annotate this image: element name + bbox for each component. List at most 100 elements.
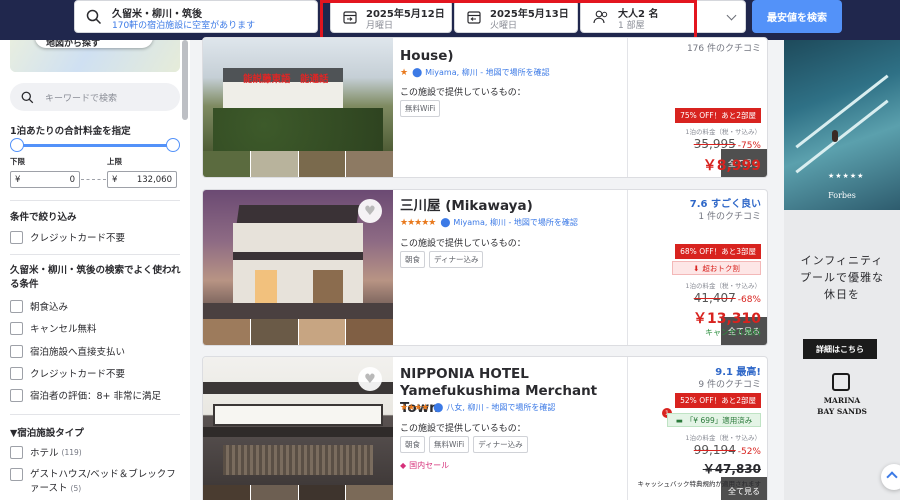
filter-breakfast[interactable]: 朝食込み [10, 299, 68, 313]
type-guesthouse[interactable]: ゲストハウス/ベッド＆ブレックファースト (5) [10, 468, 182, 496]
ad-image: ★★★★★ Forbes [784, 40, 900, 210]
divider [10, 200, 180, 201]
max-value: 132,060 [136, 175, 172, 185]
keyword-search[interactable]: キーワードで検索 [10, 83, 180, 111]
discount-percent: -75% [737, 141, 761, 151]
type-count: (119) [61, 447, 82, 457]
hotel-card[interactable]: ♥ 全て見る NIPPONIA HOTEL Yamefukushima Merc… [202, 356, 768, 500]
rating-score: 9.1 最高! [715, 367, 761, 378]
destination-field[interactable]: 久留米・柳川・筑後 170軒の宿泊施設に空室があります [74, 0, 318, 33]
min-price-input[interactable]: ¥ 0 [10, 171, 80, 188]
checkbox-icon [10, 230, 23, 244]
old-price: 41,407 [693, 291, 736, 305]
hotel-card[interactable]: ♥ 全て見る 三川屋 (Mikawaya) ★★★★★ ⬤ Miyama, 柳川… [202, 189, 768, 346]
rating-score: 7.6 すごく良い [689, 199, 761, 210]
forbes-stars: ★★★★★ [828, 172, 865, 180]
hotel-card[interactable]: 能説藤東語 能通話 全て見る House) ★ ⬤ Miyama, 柳川 - 地… [202, 37, 768, 178]
promo-label[interactable]: ◆ 国内セール [400, 460, 449, 471]
filter-label: キャンセル無料 [30, 324, 97, 335]
filter-sidebar: 地図から探す キーワードで検索 1泊あたりの合計料金を指定 下限 上限 ¥ 0 … [0, 40, 190, 500]
location-pin-icon: ⬤ [433, 402, 444, 413]
filter-label: 朝食込み [30, 302, 69, 313]
price-slider-track [17, 144, 173, 147]
location-pin-icon: ⬤ [440, 217, 451, 228]
amenities-label: この施設で提供しているもの： [400, 239, 526, 249]
checkbox-icon [10, 299, 23, 313]
price-column-divider [627, 357, 628, 500]
type-hotel[interactable]: ホテル (119) [10, 445, 82, 459]
amenities-label: この施設で提供しているもの： [400, 424, 526, 434]
back-to-top-button[interactable] [881, 464, 900, 490]
type-count: (5) [70, 484, 82, 493]
price-filter-title: 1泊あたりの合計料金を指定 [10, 126, 131, 137]
checkbox-icon [10, 468, 23, 481]
filter-free-cancel[interactable]: キャンセル無料 [10, 321, 97, 335]
max-currency: ¥ [112, 175, 118, 185]
amenity-tags: 朝食 無料WiFi ディナー込み [400, 436, 528, 453]
checkbox-icon [10, 344, 23, 358]
ad-cta-button[interactable]: 詳細はこちら [803, 339, 877, 359]
current-price: ￥13,310 [692, 311, 761, 327]
max-label: 上限 [107, 157, 122, 166]
popular-filters-title: 久留米・柳川・筑後の検索でよく使われる条件 [10, 265, 181, 290]
filter-no-credit-card[interactable]: クレジットカード不要 [10, 230, 125, 244]
price-slider-max-handle[interactable] [166, 138, 180, 152]
amenity-tag: 朝食 [400, 436, 425, 453]
min-currency: ¥ [15, 175, 21, 185]
checkbox-icon [10, 321, 23, 335]
checkbox-icon [10, 388, 23, 402]
ad-brand-top: Forbes [828, 191, 856, 200]
amenity-tag: ディナー込み [429, 251, 484, 268]
map-preview[interactable]: 地図から探す [10, 40, 180, 72]
discount-percent: -52% [737, 447, 761, 457]
per-night-label: 1泊の料金（税・サ込み） [685, 128, 761, 136]
thumbnail-strip[interactable] [203, 151, 393, 177]
review-count: 9 件のクチコミ [698, 380, 761, 390]
amenity-tags: 朝食 ディナー込み [400, 251, 484, 268]
hotel-name[interactable]: 三川屋 (Mikawaya) [400, 198, 533, 215]
filter-no-credit-card-2[interactable]: クレジットカード不要 [10, 366, 125, 380]
original-price: 99,194 -52% [694, 443, 761, 457]
favorite-heart-icon[interactable]: ♥ [358, 367, 382, 391]
deal-text: 超おトク割 [702, 263, 740, 273]
hotel-location[interactable]: ★ ⬤ Miyama, 柳川 - 地図で場所を確認 [400, 67, 550, 78]
star-rating: ★★★★★ [400, 217, 436, 228]
price-column-divider [627, 38, 628, 177]
hotel-location[interactable]: ★★★★★ ⬤ Miyama, 柳川 - 地図で場所を確認 [400, 217, 578, 228]
favorite-heart-icon[interactable]: ♥ [358, 199, 382, 223]
hotel-photo[interactable]: 能説藤東語 能通話 [203, 38, 393, 151]
filter-label: クレジットカード不要 [30, 233, 126, 244]
cashback-note: キャッシュバック特典規約が適用されます [637, 480, 762, 488]
amenity-tags: 無料WiFi [400, 100, 441, 117]
advertisement-banner[interactable]: ★★★★★ Forbes インフィニティプールで優雅な休日を 詳細はこちら MA… [784, 40, 900, 500]
discount-badge: 52% OFF！あと2部屋 [675, 393, 761, 408]
price-column-divider [627, 190, 628, 345]
old-price: 99,194 [693, 443, 736, 457]
chevron-down-icon [726, 10, 737, 21]
filter-label: クレジットカード不要 [30, 369, 126, 380]
location-text: Miyama, 柳川 - 地図で場所を確認 [453, 218, 578, 227]
sidebar-scrollbar[interactable] [182, 40, 188, 120]
location-text: Miyama, 柳川 - 地図で場所を確認 [425, 68, 550, 77]
divider [10, 414, 180, 415]
star-rating: ★★★★ [400, 402, 429, 413]
old-price: 35,995 [693, 137, 736, 151]
search-button[interactable]: 最安値を検索 [752, 0, 842, 33]
original-price: 35,995 -75% [694, 137, 761, 151]
filter-rating-8[interactable]: 宿泊者の評価：8+ 非常に満足 [10, 388, 161, 402]
filter-pay-at-property[interactable]: 宿泊施設へ直接支払い [10, 344, 125, 358]
hotel-location[interactable]: ★★★★ ⬤ 八女, 柳川 - 地図で場所を確認 [400, 402, 555, 413]
original-price: 41,407 -68% [694, 291, 761, 305]
thumbnail-strip[interactable] [203, 319, 393, 345]
amenities-label: この施設で提供しているもの： [400, 88, 526, 98]
max-price-input[interactable]: ¥ 132,060 [107, 171, 177, 188]
hotel-name[interactable]: House) [400, 48, 454, 65]
tag-icon: ◆ [400, 461, 407, 470]
coupon-badge[interactable]: ▬ 「¥ 699」適用済み [667, 413, 761, 427]
coupon-text: 「¥ 699」適用済み [685, 415, 753, 425]
discount-percent: -68% [737, 295, 761, 305]
type-label: ゲストハウス/ベッド＆ブレックファースト [30, 469, 176, 494]
discount-badge: 75% OFF！あと2部屋 [675, 108, 761, 123]
thumbnail-strip[interactable] [203, 485, 393, 500]
price-slider-min-handle[interactable] [10, 138, 24, 152]
